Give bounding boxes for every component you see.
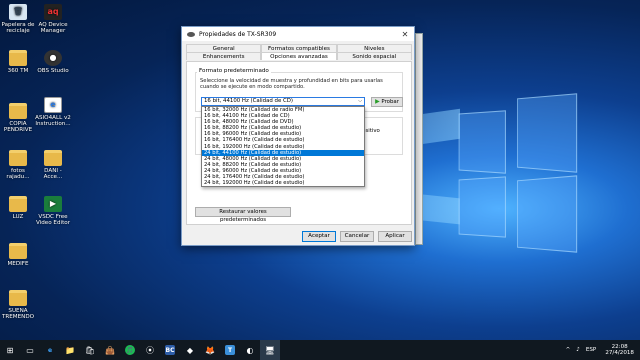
tab-general[interactable]: General: [186, 44, 262, 52]
tab-enhancements[interactable]: Enhancements: [186, 52, 262, 60]
store-icon[interactable]: 🛍: [80, 340, 100, 360]
restore-defaults-button[interactable]: Restaurar valores predeterminados: [195, 207, 291, 223]
task-view-icon[interactable]: ▭: [20, 340, 40, 360]
accept-button[interactable]: Aceptar: [302, 231, 336, 242]
clock[interactable]: 22:08 27/4/2018: [605, 344, 634, 357]
edge-browser-icon[interactable]: e: [40, 340, 60, 360]
group-label: Formato predeterminado: [197, 68, 271, 74]
desktop-icon-label: OBS Studio: [37, 68, 69, 74]
bc-icon[interactable]: BC: [160, 340, 180, 360]
desktop-icon-label: Papelera de reciclaje: [1, 22, 35, 35]
speaker-icon: [187, 31, 195, 37]
desktop-icon-label: fotos rajadu...: [6, 168, 30, 181]
cancel-button[interactable]: Cancelar: [340, 231, 374, 242]
desktop-icon-label: 360 TM: [7, 68, 29, 74]
format-select-value: 16 bit, 44100 Hz (Calidad de CD): [204, 98, 293, 104]
desktop-icon-label: DANI - Acce...: [43, 168, 63, 181]
desktop-icon-recycle-bin[interactable]: 🗑 Papelera de reciclaje: [0, 4, 36, 35]
desktop-icon-dani-acce[interactable]: DANI - Acce...: [35, 150, 71, 181]
vsdc-icon: ▶: [44, 196, 62, 212]
tab-sonido-espacial[interactable]: Sonido espacial: [336, 52, 412, 60]
desktop-icon-copia-pendrive[interactable]: COPIA PENDRIVE: [0, 103, 36, 134]
desktop-icon-fotos-rajadu[interactable]: fotos rajadu...: [0, 150, 36, 181]
folder-icon: [9, 50, 27, 66]
system-tray: ^ ♪ ESP 22:08 27/4/2018: [563, 340, 640, 360]
bag-icon[interactable]: 👜: [100, 340, 120, 360]
tray-expand-icon[interactable]: ^: [566, 347, 571, 353]
file-explorer-icon[interactable]: 📁: [60, 340, 80, 360]
desktop-icon-label: ASIO4ALL v2 Instruction...: [35, 115, 71, 128]
tab-formatos-compatibles[interactable]: Formatos compatibles: [261, 44, 337, 52]
desktop-icon-label: LUZ: [12, 214, 24, 220]
desktop-icon-label: COPIA PENDRIVE: [3, 121, 33, 134]
desktop-icon-luz[interactable]: LUZ: [0, 196, 36, 220]
tab-panel: Formato predeterminado Seleccione la vel…: [186, 61, 412, 225]
chevron-down-icon: ⌵: [358, 98, 362, 104]
t-app-icon[interactable]: T: [220, 340, 240, 360]
apply-button[interactable]: Aplicar: [378, 231, 412, 242]
pdf-document-icon: e: [44, 97, 62, 113]
desktop-icon-asio4all[interactable]: e ASIO4ALL v2 Instruction...: [35, 97, 71, 128]
dialog-titlebar[interactable]: Propiedades de TX-SR309 ✕: [182, 27, 414, 41]
app-diamond-icon[interactable]: ◆: [180, 340, 200, 360]
recycle-bin-icon: 🗑: [9, 4, 27, 20]
desktop-icon-label: SUENA TREMENDO: [1, 308, 35, 321]
play-icon: ▶: [375, 98, 380, 105]
test-button[interactable]: ▶ Probar: [371, 97, 403, 107]
format-dropdown-list: 16 bit, 32000 Hz (Calidad de radio FM) 1…: [201, 106, 365, 188]
aq-icon: aq: [44, 4, 62, 20]
obs-icon: ●: [44, 50, 62, 66]
active-app-icon[interactable]: 🖥: [260, 340, 280, 360]
background-window-edge: [415, 33, 423, 245]
volume-icon[interactable]: ♪: [576, 347, 580, 353]
clock-date: 27/4/2018: [605, 350, 634, 356]
folder-icon: [9, 103, 27, 119]
firefox-icon[interactable]: 🦊: [200, 340, 220, 360]
folder-icon: [9, 290, 27, 306]
desktop-icon-suena-tremendo[interactable]: SUENA TREMENDO: [0, 290, 36, 321]
taskbar: ⊞ ▭ e 📁 🛍 👜 🎵 ⦿ BC ◆ 🦊 T ◐ 🖥 ^ ♪ ESP 22:…: [0, 340, 640, 360]
desktop-icon-aq-device-manager[interactable]: aq AQ Device Manager: [35, 4, 71, 35]
desktop-icon-label: MEDIFE: [7, 261, 29, 267]
folder-icon: [9, 243, 27, 259]
obs-taskbar-icon[interactable]: ⦿: [140, 340, 160, 360]
close-icon[interactable]: ✕: [396, 30, 414, 39]
format-option[interactable]: 24 bit, 192000 Hz (Calidad de estudio): [202, 180, 364, 186]
desktop-icon-medife[interactable]: MEDIFE: [0, 243, 36, 267]
test-button-label: Probar: [381, 99, 399, 105]
folder-shortcut-icon: [44, 150, 62, 166]
tab-opciones-avanzadas[interactable]: Opciones avanzadas: [261, 52, 337, 60]
language-indicator[interactable]: ESP: [586, 347, 596, 353]
folder-icon: [9, 150, 27, 166]
folder-icon: [9, 196, 27, 212]
tab-niveles[interactable]: Niveles: [336, 44, 412, 52]
desktop-icon-360tm[interactable]: 360 TM: [0, 50, 36, 74]
dialog-title: Propiedades de TX-SR309: [199, 30, 277, 38]
properties-dialog: Propiedades de TX-SR309 ✕ General Format…: [181, 26, 415, 246]
desktop-icon-vsdc[interactable]: ▶ VSDC Free Video Editor: [35, 196, 71, 227]
spotify-icon[interactable]: 🎵: [120, 340, 140, 360]
clock-app-icon[interactable]: ◐: [240, 340, 260, 360]
desktop-icon-label: AQ Device Manager: [38, 22, 68, 35]
tab-strip: General Formatos compatibles Niveles Enh…: [186, 44, 412, 60]
start-icon[interactable]: ⊞: [0, 340, 20, 360]
desktop-icon-label: VSDC Free Video Editor: [35, 214, 70, 227]
desktop-icon-obs-studio[interactable]: ● OBS Studio: [35, 50, 71, 74]
format-select[interactable]: 16 bit, 44100 Hz (Calidad de CD) ⌵: [201, 97, 365, 106]
format-description: Seleccione la velocidad de muestra y pro…: [200, 78, 383, 91]
